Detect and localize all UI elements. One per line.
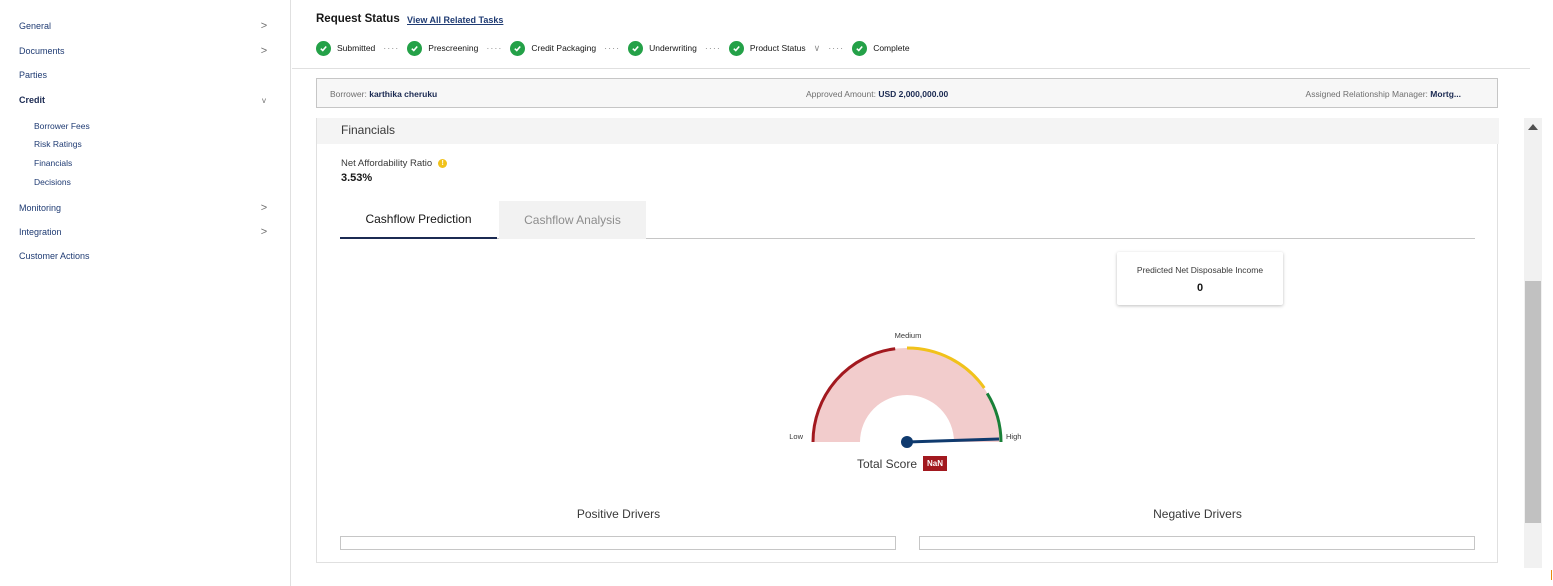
cashflow-tabs: Cashflow Prediction Cashflow Analysis [340, 201, 1475, 239]
step-separator: ···· [486, 43, 503, 53]
sidebar-subitem-risk-ratings[interactable]: Risk Ratings [34, 137, 82, 151]
step-label: Credit Packaging [531, 43, 597, 53]
chevron-right-icon: > [260, 202, 268, 214]
sidebar-item-general[interactable]: General > [19, 17, 269, 35]
pndi-value: 0 [1196, 282, 1204, 294]
borrower-name: karthika cheruku [369, 89, 438, 99]
chevron-down-icon: v [262, 95, 266, 105]
negative-drivers-title: Negative Drivers [1153, 507, 1242, 521]
check-circle-icon [628, 40, 644, 56]
step-prescreening[interactable]: Prescreening [407, 40, 479, 56]
gauge-needle-pivot [901, 436, 913, 448]
sidebar-item-parties[interactable]: Parties [19, 66, 269, 84]
step-product-status[interactable]: Product Status ∨ [728, 40, 821, 56]
sidebar-item-documents[interactable]: Documents > [19, 42, 269, 60]
approved-amount-label: Approved Amount: [806, 89, 876, 99]
financials-panel: Financials Net Affordability Ratio ! 3.5… [316, 118, 1499, 563]
sidebar-item-label: Monitoring [19, 203, 62, 213]
sidebar-item-customer-actions[interactable]: Customer Actions [19, 247, 269, 265]
sidebar-item-label: Documents [19, 46, 65, 56]
check-circle-icon [728, 40, 744, 56]
borrower-info: Borrower: karthika cheruku [330, 89, 437, 99]
sidebar-subitem-financials[interactable]: Financials [34, 156, 72, 170]
step-underwriting[interactable]: Underwriting [628, 40, 697, 56]
chevron-down-icon[interactable]: ∨ [814, 43, 821, 54]
total-score: Total Score NaN [857, 456, 948, 471]
negative-drivers-list [919, 536, 1475, 550]
step-label: Underwriting [649, 43, 697, 53]
financials-section-header: Financials [317, 118, 1499, 144]
sidebar-item-integration[interactable]: Integration > [19, 223, 269, 241]
status-stepper: Submitted ···· Prescreening ···· Credit … [316, 39, 910, 57]
chevron-right-icon: > [260, 226, 268, 238]
positive-drivers-list [340, 536, 896, 550]
step-label: Complete [873, 43, 910, 53]
step-complete[interactable]: Complete [852, 40, 910, 56]
gauge-low-label: Low [789, 432, 803, 441]
step-label: Prescreening [428, 43, 479, 53]
scroll-up-arrow-icon[interactable] [1528, 124, 1538, 130]
relationship-manager-label: Assigned Relationship Manager: [1305, 89, 1428, 99]
predicted-net-disposable-income-card: Predicted Net Disposable Income 0 [1117, 252, 1283, 305]
step-separator: ···· [383, 43, 400, 53]
relationship-manager-value: Mortg... [1430, 89, 1461, 99]
info-icon[interactable]: ! [438, 159, 448, 168]
sidebar-subitem-decisions[interactable]: Decisions [34, 175, 71, 189]
tab-cashflow-prediction[interactable]: Cashflow Prediction [340, 201, 497, 239]
sidebar-item-label: Parties [19, 70, 48, 80]
pndi-label: Predicted Net Disposable Income [1136, 265, 1264, 275]
sidebar-item-credit[interactable]: Credit v [19, 91, 269, 109]
nar-label-text: Net Affordability Ratio [341, 158, 433, 169]
sidebar-item-monitoring[interactable]: Monitoring > [19, 199, 269, 217]
check-circle-icon [510, 40, 526, 56]
step-submitted[interactable]: Submitted [316, 40, 376, 56]
step-separator: ···· [704, 43, 721, 53]
chevron-right-icon: > [260, 20, 268, 32]
tab-cashflow-analysis[interactable]: Cashflow Analysis [499, 201, 646, 239]
sidebar-item-label: Credit [19, 95, 46, 105]
gauge-medium-label: Medium [895, 331, 922, 340]
positive-drivers-title: Positive Drivers [576, 507, 661, 521]
step-separator: ···· [828, 43, 845, 53]
request-status-header: Request Status View All Related Tasks Su… [292, 0, 1530, 69]
financials-title: Financials [341, 123, 396, 137]
sidebar-item-label: General [19, 21, 52, 31]
score-gauge: Low Medium High [789, 331, 1021, 448]
step-credit-packaging[interactable]: Credit Packaging [510, 40, 597, 56]
sidebar-subitem-borrower-fees[interactable]: Borrower Fees [34, 119, 90, 133]
total-score-label: Total Score [857, 456, 918, 471]
request-status-title: Request Status [316, 13, 400, 25]
approved-amount-info: Approved Amount: USD 2,000,000.00 [806, 89, 948, 99]
check-circle-icon [852, 40, 868, 56]
borrower-label: Borrower: [330, 89, 367, 99]
sidebar-item-label: Customer Actions [19, 251, 90, 261]
view-all-related-tasks-link[interactable]: View All Related Tasks [407, 15, 503, 25]
gauge-high-label: High [1006, 432, 1021, 441]
approved-amount-value: USD 2,000,000.00 [878, 89, 949, 99]
sidebar-item-label: Integration [19, 227, 62, 237]
chevron-right-icon: > [260, 45, 268, 57]
check-circle-icon [407, 40, 423, 56]
scrollbar-thumb[interactable] [1525, 281, 1541, 523]
gauge-fill [813, 348, 1001, 442]
net-affordability-ratio-label: Net Affordability Ratio ! [341, 158, 448, 169]
vertical-scrollbar[interactable] [1524, 118, 1542, 568]
left-sidebar: General > Documents > Parties Credit v B… [0, 0, 291, 586]
step-label: Product Status [749, 43, 806, 53]
text-cursor [1551, 570, 1552, 580]
step-separator: ···· [604, 43, 621, 53]
net-affordability-ratio-value: 3.53% [341, 172, 373, 184]
step-label: Submitted [337, 43, 376, 53]
request-summary-bar: Borrower: karthika cheruku Approved Amou… [316, 78, 1498, 108]
relationship-manager-info: Assigned Relationship Manager: Mortg... [1306, 89, 1461, 99]
check-circle-icon [316, 40, 331, 56]
total-score-badge: NaN [923, 456, 948, 471]
